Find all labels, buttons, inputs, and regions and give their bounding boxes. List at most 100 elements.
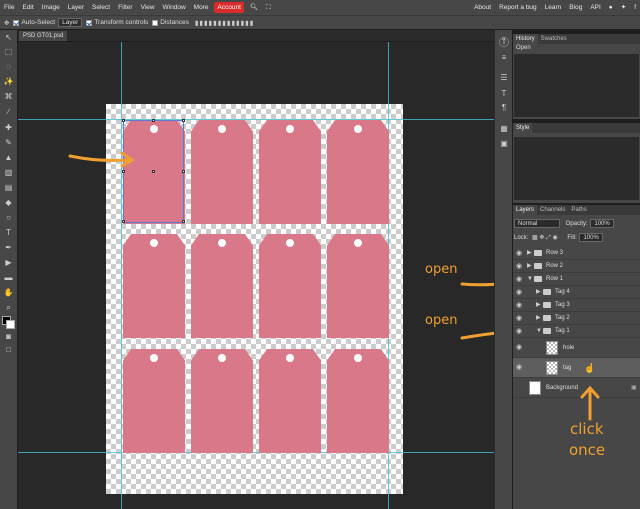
auto-select-checkbox[interactable] — [13, 19, 20, 26]
lock-icons[interactable]: ▩ ✥ ⤢ ◉ — [532, 235, 558, 241]
dodge-tool-icon[interactable]: ○ — [3, 213, 14, 223]
screen-mode-icon[interactable]: □ — [3, 345, 14, 355]
expand-arrow-icon[interactable]: ▶ — [527, 260, 532, 273]
tag-shape[interactable] — [259, 120, 321, 224]
tab-swatches[interactable]: Swatches — [538, 34, 570, 44]
clone-stamp-icon[interactable]: ▲ — [3, 153, 14, 163]
eraser-tool-icon[interactable]: ▧ — [3, 168, 14, 178]
transform-controls-checkbox[interactable] — [86, 19, 93, 26]
fullscreen-icon[interactable]: ⛶ — [262, 0, 275, 15]
menu-view[interactable]: View — [137, 0, 159, 15]
layer-row-background[interactable]: Background ▣ — [513, 378, 640, 398]
tag-shape[interactable] — [327, 234, 389, 338]
menu-image[interactable]: Image — [38, 0, 64, 15]
transform-handle[interactable] — [152, 170, 155, 173]
eyedropper-icon[interactable]: ∕ — [3, 107, 14, 117]
marquee-tool-icon[interactable]: ⬚ — [3, 47, 14, 57]
brush-tool-icon[interactable]: ✎ — [3, 138, 14, 148]
document-tab[interactable]: PSD GT01.psd — [19, 31, 68, 41]
tab-style[interactable]: Style — [513, 123, 533, 133]
layer-row-tag-4[interactable]: ◉ ▶ Tag 4 — [513, 286, 640, 299]
tag-shape[interactable] — [191, 120, 253, 224]
tab-paths[interactable]: Paths — [568, 205, 589, 215]
canvas-area[interactable] — [18, 42, 494, 509]
expand-arrow-icon[interactable]: ▶ — [536, 286, 541, 299]
collapse-arrow-icon[interactable]: ▼ — [527, 273, 533, 286]
transform-handle[interactable] — [182, 220, 185, 223]
info-icon[interactable]: ⓘ — [498, 38, 510, 50]
menu-more[interactable]: More — [190, 0, 213, 15]
account-button[interactable]: Account — [214, 2, 244, 13]
menu-file[interactable]: File — [0, 0, 18, 15]
twitter-icon[interactable]: ✦ — [617, 0, 630, 15]
learn-link[interactable]: Learn — [541, 0, 566, 15]
align-icons[interactable]: ▮▮▮▮▮▮▮▮▮▮▮▮▮ — [195, 19, 255, 27]
tag-shape[interactable] — [259, 349, 321, 453]
layer-row-row-3[interactable]: ◉ ▶ Row 3 — [513, 247, 640, 260]
history-item[interactable]: Open — [513, 44, 640, 53]
distances-checkbox[interactable] — [152, 19, 159, 26]
tag-shape[interactable] — [123, 349, 185, 453]
type-tool-icon[interactable]: T — [3, 228, 14, 238]
about-link[interactable]: About — [470, 0, 495, 15]
layer-row-tag-1[interactable]: ◉ ▼ Tag 1 — [513, 325, 640, 338]
menu-layer[interactable]: Layer — [64, 0, 88, 15]
magic-wand-icon[interactable]: ✨ — [3, 77, 14, 87]
transform-handle[interactable] — [122, 220, 125, 223]
visibility-eye-icon[interactable]: ◉ — [516, 273, 524, 286]
menu-window[interactable]: Window — [159, 0, 190, 15]
transform-handle[interactable] — [152, 119, 155, 122]
background-color-swatch[interactable] — [6, 320, 15, 329]
gradient-tool-icon[interactable]: ▤ — [3, 183, 14, 193]
layer-row-row-2[interactable]: ◉ ▶ Row 2 — [513, 260, 640, 273]
visibility-eye-icon[interactable]: ◉ — [516, 286, 524, 299]
layer-row-hole[interactable]: ◉ hole — [513, 338, 640, 358]
transform-handle[interactable] — [182, 119, 185, 122]
expand-arrow-icon[interactable]: ▶ — [536, 299, 541, 312]
collapse-arrow-icon[interactable]: ▼ — [536, 325, 542, 338]
image-icon[interactable]: ▣ — [498, 138, 510, 150]
transform-handle[interactable] — [182, 170, 185, 173]
move-tool-icon[interactable]: ✥ — [4, 19, 9, 27]
pen-tool-icon[interactable]: ✒ — [3, 243, 14, 253]
search-icon[interactable]: 🔍︎ — [246, 0, 262, 15]
zoom-tool-icon[interactable]: ⌕ — [3, 303, 14, 313]
transform-handle[interactable] — [122, 119, 125, 122]
lasso-tool-icon[interactable]: ◌ — [3, 62, 14, 72]
tag-shape[interactable] — [259, 234, 321, 338]
visibility-eye-icon[interactable]: ◉ — [516, 247, 524, 260]
tab-channels[interactable]: Channels — [537, 205, 568, 215]
visibility-eye-icon[interactable]: ◉ — [516, 312, 524, 325]
tag-shape[interactable] — [191, 349, 253, 453]
facebook-icon[interactable]: f — [630, 0, 640, 15]
quick-mask-icon[interactable]: ◙ — [3, 332, 14, 342]
crop-tool-icon[interactable]: ⌘ — [3, 92, 14, 102]
fill-input[interactable]: 100% — [579, 233, 603, 242]
css-icon[interactable]: ▦ — [498, 123, 510, 135]
shape-tool-icon[interactable]: ▬ — [3, 273, 14, 283]
paragraph-icon[interactable]: ¶ — [498, 102, 510, 114]
opacity-input[interactable]: 100% — [590, 219, 614, 228]
reddit-icon[interactable]: ● — [605, 0, 617, 15]
layer-row-tag-2[interactable]: ◉ ▶ Tag 2 — [513, 312, 640, 325]
hand-tool-icon[interactable]: ✋ — [3, 288, 14, 298]
menu-edit[interactable]: Edit — [18, 0, 37, 15]
layer-row-tag-3[interactable]: ◉ ▶ Tag 3 — [513, 299, 640, 312]
path-select-icon[interactable]: ▶ — [3, 258, 14, 268]
tag-shape[interactable] — [327, 349, 389, 453]
tab-layers[interactable]: Layers — [513, 205, 538, 215]
healing-brush-icon[interactable]: ✚ — [3, 123, 14, 133]
properties-icon[interactable]: ≡ — [498, 52, 510, 64]
tag-shape[interactable] — [191, 234, 253, 338]
tab-history[interactable]: History — [513, 34, 538, 44]
visibility-eye-icon[interactable]: ◉ — [516, 358, 524, 378]
report-bug-link[interactable]: Report a bug — [495, 0, 541, 15]
visibility-eye-icon[interactable]: ◉ — [516, 325, 524, 338]
layer-row-tag[interactable]: ◉ tag ☝ — [513, 358, 640, 378]
blur-tool-icon[interactable]: ◆ — [3, 198, 14, 208]
layer-row-row-1[interactable]: ◉ ▼ Row 1 — [513, 273, 640, 286]
expand-arrow-icon[interactable]: ▶ — [536, 312, 541, 325]
blend-mode-dropdown[interactable]: Normal — [514, 219, 560, 228]
visibility-eye-icon[interactable]: ◉ — [516, 338, 524, 358]
tag-shape[interactable] — [327, 120, 389, 224]
